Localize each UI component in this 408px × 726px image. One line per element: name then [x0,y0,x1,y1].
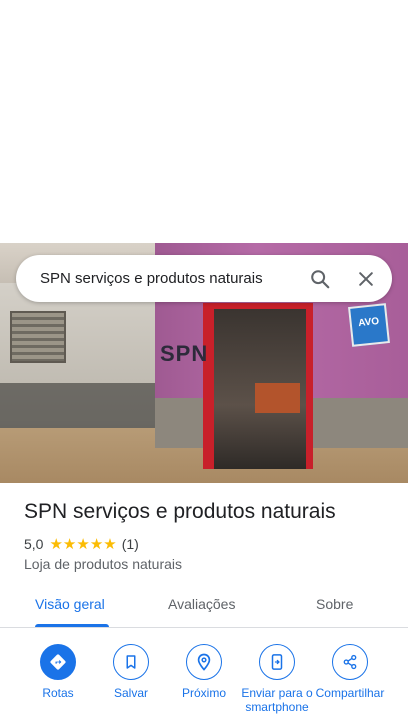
review-count[interactable]: (1) [122,536,139,552]
directions-icon[interactable] [40,644,76,680]
star-icon: ★ [103,535,117,553]
send-to-phone-button[interactable]: Enviar para o smartphone [237,644,317,714]
rating-stars: ★ ★ ★ ★ ★ [49,537,116,552]
photo-window [10,311,66,363]
place-details-screen: SPN AVO SPN serviços e produtos naturais… [0,0,408,726]
nearby-icon[interactable] [186,644,222,680]
place-category: Loja de produtos naturais [24,556,182,572]
rating-value: 5,0 [24,536,44,552]
active-tab-indicator [35,624,109,627]
send-to-phone-label: Enviar para o smartphone [241,686,313,714]
send-to-phone-icon[interactable] [259,644,295,680]
directions-button[interactable]: Rotas [18,644,98,700]
rating-row[interactable]: 5,0 ★ ★ ★ ★ ★ (1) [24,536,139,552]
photo-poster-text: AVO [357,315,380,330]
tab-bar: Visão geral Avaliações Sobre [0,584,408,628]
save-button[interactable]: Salvar [91,644,171,700]
search-query[interactable]: SPN serviços e produtos naturais [40,270,300,287]
nearby-label: Próximo [181,686,226,700]
photo-shelf [255,383,300,413]
search-icon[interactable] [300,259,340,299]
directions-label: Rotas [42,686,74,700]
tab-reviews[interactable]: Avaliações [168,596,235,612]
tab-about[interactable]: Sobre [316,596,353,612]
star-icon: ★ [76,535,90,553]
bookmark-icon[interactable] [113,644,149,680]
place-title: SPN serviços e produtos naturais [24,500,336,523]
share-button[interactable]: Compartilhar [310,644,390,700]
tab-overview[interactable]: Visão geral [35,596,105,612]
action-buttons: Rotas Salvar Próximo Enviar para o smart… [0,644,408,726]
nearby-button[interactable]: Próximo [164,644,244,700]
star-icon: ★ [89,535,104,553]
close-icon[interactable] [346,259,386,299]
photo-poster: AVO [348,303,390,347]
save-label: Salvar [113,686,148,700]
photo-sign-text: SPN [160,341,209,366]
photo-shadow [0,383,160,433]
share-icon[interactable] [332,644,368,680]
star-icon: ★ [62,535,77,553]
search-bar[interactable]: SPN serviços e produtos naturais [16,255,392,302]
star-icon: ★ [49,535,63,553]
share-label: Compartilhar [315,686,385,700]
